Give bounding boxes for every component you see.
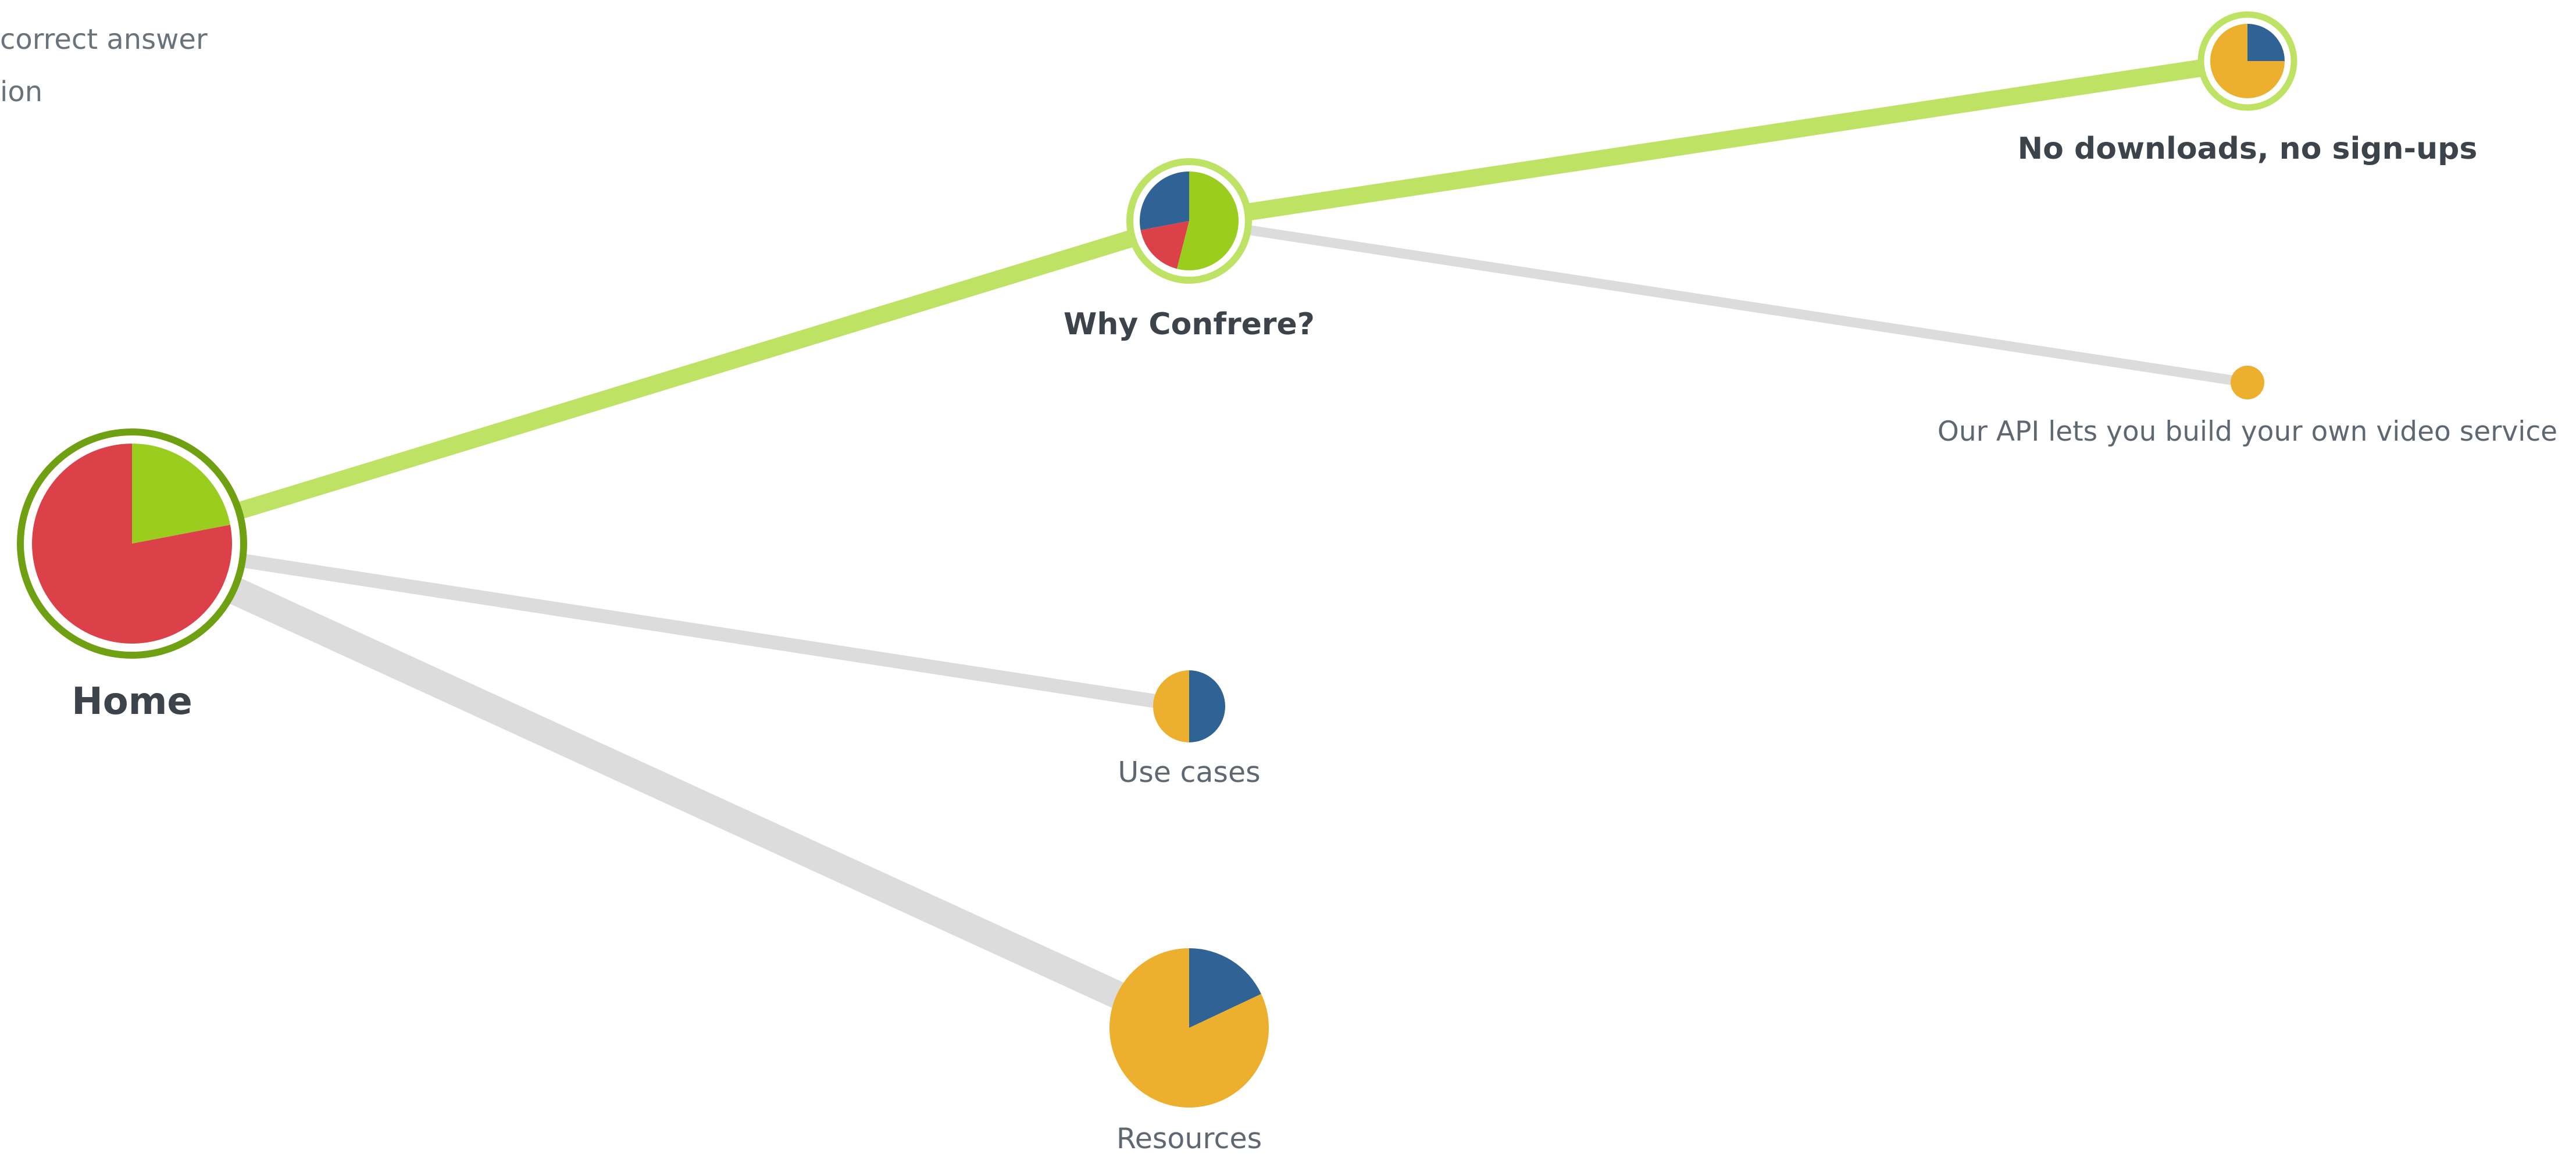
node-use[interactable]: Use cases (1118, 670, 1261, 789)
node-label-resources: Resources (1116, 1122, 1262, 1155)
edge-home-to-resources (126, 531, 1195, 1041)
pie-slice-use-blue (1189, 670, 1225, 742)
node-label-why: Why Confrere? (1064, 307, 1315, 342)
pie-slice-api-orange (2231, 366, 2264, 399)
edge-why-to-api (1188, 216, 2249, 388)
node-home[interactable]: Home (17, 428, 247, 723)
node-label-home: Home (72, 680, 192, 723)
pie-use (1153, 670, 1225, 742)
node-api[interactable]: Our API lets you build your own video se… (1938, 366, 2557, 448)
node-label-api: Our API lets you build your own video se… (1938, 416, 2557, 448)
pie-home (32, 444, 233, 644)
node-label-nodl: No downloads, no sign-ups (2018, 131, 2478, 166)
pie-resources (1109, 948, 1269, 1108)
pie-api (2231, 366, 2264, 399)
pie-why (1140, 172, 1239, 270)
node-label-use: Use cases (1118, 756, 1260, 789)
node-resources[interactable]: Resources (1109, 948, 1269, 1155)
edge-home-to-why (129, 212, 1192, 552)
pie-nodl (2210, 24, 2285, 98)
flow-graph: Home Why Confrere? Use cases Resources No do… (17, 11, 2557, 1155)
site-flow-diagram: correct answer ion Home Why Confrere? Use … (0, 0, 2576, 1161)
pie-slice-use-orange (1153, 670, 1189, 742)
